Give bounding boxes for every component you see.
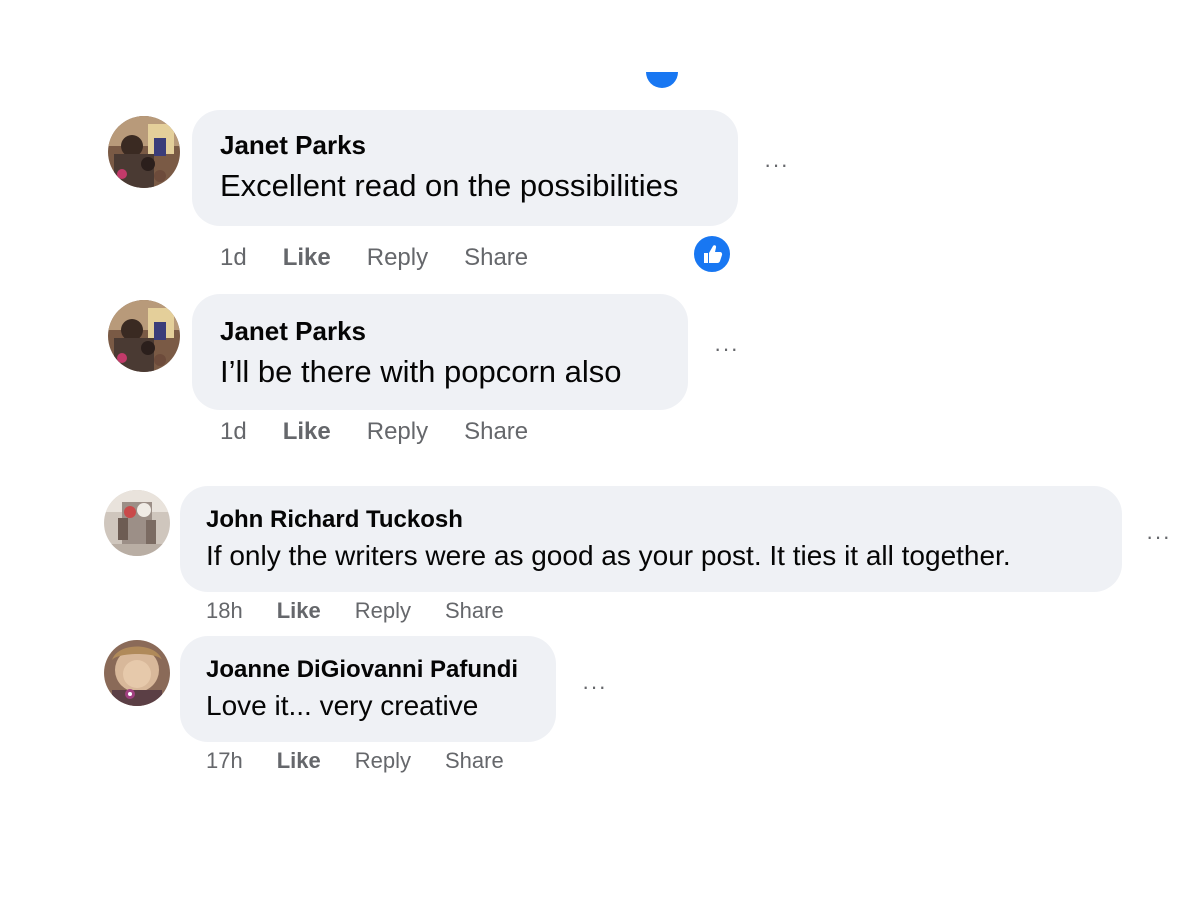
comment-time[interactable]: 1d <box>220 418 247 446</box>
comment-actions: 1d Like Reply Share <box>220 244 528 272</box>
like-button[interactable]: Like <box>277 598 321 624</box>
comment-time[interactable]: 1d <box>220 244 247 272</box>
thumbs-up-icon[interactable] <box>692 234 732 274</box>
reply-button[interactable]: Reply <box>355 598 411 624</box>
like-button[interactable]: Like <box>283 418 331 446</box>
more-options-icon[interactable]: ··· <box>764 154 789 176</box>
cropped-previous-content <box>0 70 1200 94</box>
reply-button[interactable]: Reply <box>367 244 428 272</box>
comment-time[interactable]: 18h <box>206 598 243 624</box>
comment-bubble: John Richard Tuckosh If only the writers… <box>180 486 1122 592</box>
avatar[interactable] <box>104 490 170 556</box>
comment-author[interactable]: Joanne DiGiovanni Pafundi <box>206 656 518 684</box>
share-button[interactable]: Share <box>464 244 528 272</box>
comment-author[interactable]: Janet Parks <box>220 130 366 161</box>
comment-actions: 1d Like Reply Share <box>220 418 528 446</box>
more-options-icon[interactable]: ··· <box>582 676 607 698</box>
reply-button[interactable]: Reply <box>367 418 428 446</box>
comment-text: Love it... very creative <box>206 690 479 721</box>
cropped-content-fragment <box>372 458 432 472</box>
comment-text: I’ll be there with popcorn also <box>220 354 622 389</box>
more-options-icon[interactable]: ··· <box>714 338 739 360</box>
share-button[interactable]: Share <box>445 748 504 774</box>
avatar[interactable] <box>104 640 170 706</box>
cropped-like-reaction-icon <box>646 72 678 88</box>
comment-actions: 18h Like Reply Share <box>206 598 504 624</box>
like-button[interactable]: Like <box>283 244 331 272</box>
like-button[interactable]: Like <box>277 748 321 774</box>
comment-bubble: Joanne DiGiovanni Pafundi Love it... ver… <box>180 636 556 742</box>
share-button[interactable]: Share <box>445 598 504 624</box>
comment-author[interactable]: Janet Parks <box>220 316 366 347</box>
avatar[interactable] <box>108 116 180 188</box>
comment-bubble: Janet Parks I’ll be there with popcorn a… <box>192 294 688 410</box>
comment-text: If only the writers were as good as your… <box>206 540 1011 571</box>
comment-text: Excellent read on the possibilities <box>220 168 679 203</box>
share-button[interactable]: Share <box>464 418 528 446</box>
comment-actions: 17h Like Reply Share <box>206 748 504 774</box>
comments-section: Janet Parks Excellent read on the possib… <box>0 0 1200 900</box>
comment-author[interactable]: John Richard Tuckosh <box>206 506 463 534</box>
comment-bubble: Janet Parks Excellent read on the possib… <box>192 110 738 226</box>
reply-button[interactable]: Reply <box>355 748 411 774</box>
more-options-icon[interactable]: ··· <box>1146 526 1171 548</box>
comment-time[interactable]: 17h <box>206 748 243 774</box>
avatar[interactable] <box>108 300 180 372</box>
